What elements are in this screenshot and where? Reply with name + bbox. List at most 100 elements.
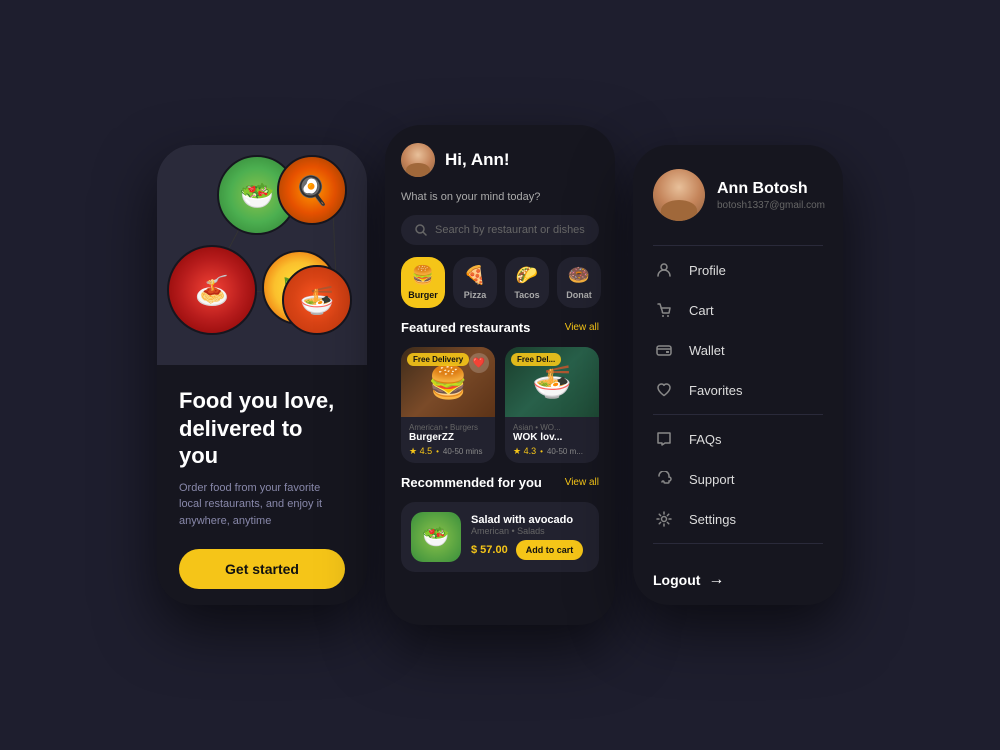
- category-pizza-label: Pizza: [464, 290, 487, 300]
- home-screen: Hi, Ann! What is on your mind today? Sea…: [385, 125, 615, 625]
- recommended-image-1: 🥗: [411, 512, 461, 562]
- menu-item-wallet[interactable]: Wallet: [653, 330, 823, 370]
- food-circle-2: 🍳: [277, 155, 347, 225]
- logout-arrow-icon: →: [708, 571, 724, 589]
- menu-item-favorites[interactable]: Favorites: [653, 370, 823, 410]
- restaurant-time-2: 40-50 m...: [547, 447, 583, 456]
- view-all-featured[interactable]: View all: [565, 322, 599, 333]
- restaurant-cuisine-1: American • Burgers: [409, 423, 487, 432]
- splash-content: Food you love, delivered to you Order fo…: [157, 365, 367, 605]
- home-greeting: Hi, Ann!: [445, 150, 510, 170]
- category-list: 🍔 Burger 🍕 Pizza 🌮 Tacos 🍩 Donat: [401, 257, 599, 308]
- dot-1: •: [436, 447, 439, 456]
- search-icon: [415, 224, 427, 236]
- support-menu-icon: [653, 471, 675, 487]
- restaurant-list: 🍔 Free Delivery ❤️ American • Burgers Bu…: [401, 347, 599, 463]
- category-pizza[interactable]: 🍕 Pizza: [453, 257, 497, 308]
- profile-info: Ann Botosh botosh1337@gmail.com: [717, 180, 825, 211]
- food-grid: 🥗 🍳 🍝 🌿 🍜: [157, 145, 367, 365]
- menu-item-profile[interactable]: Profile: [653, 250, 823, 290]
- category-donat-label: Donat: [566, 290, 592, 300]
- donat-icon: 🍩: [568, 265, 590, 286]
- divider-2: [653, 414, 823, 415]
- cart-menu-icon: [653, 302, 675, 318]
- menu-label-cart: Cart: [689, 303, 714, 318]
- recommended-card-1[interactable]: 🥗 Salad with avocado American • Salads $…: [401, 502, 599, 572]
- restaurant-name-1: BurgerZZ: [409, 432, 487, 443]
- category-burger[interactable]: 🍔 Burger: [401, 257, 445, 308]
- pizza-icon: 🍕: [464, 265, 486, 286]
- get-started-button[interactable]: Get started: [179, 549, 345, 589]
- phone-splash: 🥗 🍳 🍝 🌿 🍜 Food you love, delivered to yo…: [157, 145, 367, 605]
- recommended-cuisine-1: American • Salads: [471, 526, 589, 536]
- phone-profile: Ann Botosh botosh1337@gmail.com Profile: [633, 145, 843, 605]
- menu-label-profile: Profile: [689, 263, 726, 278]
- recommended-bottom-1: $ 57.00 Add to cart: [471, 540, 589, 560]
- favorite-icon-1[interactable]: ❤️: [469, 353, 489, 373]
- restaurant-time-1: 40-50 mins: [443, 447, 483, 456]
- tacos-icon: 🌮: [516, 265, 538, 286]
- category-burger-label: Burger: [408, 290, 438, 300]
- category-tacos[interactable]: 🌮 Tacos: [505, 257, 549, 308]
- favorites-menu-icon: [653, 382, 675, 398]
- featured-section-header: Featured restaurants View all: [401, 320, 599, 335]
- recommended-price-1: $ 57.00: [471, 544, 508, 556]
- view-all-recommended[interactable]: View all: [565, 477, 599, 488]
- restaurant-meta-2: ★ 4.3 • 40-50 m...: [513, 446, 591, 457]
- menu-label-wallet: Wallet: [689, 343, 725, 358]
- home-subheading: What is on your mind today?: [401, 191, 599, 203]
- category-donat[interactable]: 🍩 Donat: [557, 257, 601, 308]
- restaurant-image-2: 🍜 Free Del...: [505, 347, 599, 417]
- restaurant-meta-1: ★ 4.5 • 40-50 mins: [409, 446, 487, 457]
- restaurant-cuisine-2: Asian • WO...: [513, 423, 591, 432]
- menu-label-settings: Settings: [689, 512, 736, 527]
- splash-subtitle: Order food from your favorite local rest…: [179, 480, 345, 530]
- food-circle-5: 🍜: [282, 265, 352, 335]
- menu-item-settings[interactable]: Settings: [653, 499, 823, 539]
- search-placeholder-text: Search by restaurant or dishes: [435, 224, 585, 236]
- profile-name: Ann Botosh: [717, 180, 825, 198]
- dot-2: •: [540, 447, 543, 456]
- food-circle-3: 🍝: [167, 245, 257, 335]
- menu-item-cart[interactable]: Cart: [653, 290, 823, 330]
- restaurant-rating-2: ★ 4.3: [513, 446, 536, 457]
- profile-email: botosh1337@gmail.com: [717, 200, 825, 211]
- splash-screen: 🥗 🍳 🍝 🌿 🍜 Food you love, delivered to yo…: [157, 145, 367, 605]
- logout-label: Logout: [653, 572, 700, 588]
- restaurant-rating-1: ★ 4.5: [409, 446, 432, 457]
- restaurant-info-1: American • Burgers BurgerZZ ★ 4.5 • 40-5…: [401, 417, 495, 463]
- menu-label-favorites: Favorites: [689, 383, 742, 398]
- avatar-face: [401, 143, 435, 177]
- profile-avatar: [653, 169, 705, 221]
- recommended-title: Recommended for you: [401, 475, 542, 490]
- logout-row[interactable]: Logout →: [653, 559, 823, 589]
- menu-item-faqs[interactable]: FAQs: [653, 419, 823, 459]
- menu-label-faqs: FAQs: [689, 432, 722, 447]
- free-delivery-badge-1: Free Delivery: [407, 353, 469, 366]
- search-bar[interactable]: Search by restaurant or dishes: [401, 215, 599, 245]
- wallet-menu-icon: [653, 342, 675, 358]
- menu-item-support[interactable]: Support: [653, 459, 823, 499]
- splash-title: Food you love, delivered to you: [179, 387, 345, 470]
- settings-menu-icon: [653, 511, 675, 527]
- add-to-cart-button-1[interactable]: Add to cart: [516, 540, 584, 560]
- restaurant-image-1: 🍔 Free Delivery ❤️: [401, 347, 495, 417]
- restaurant-info-2: Asian • WO... WOK lov... ★ 4.3 • 40-50 m…: [505, 417, 599, 463]
- divider-3: [653, 543, 823, 544]
- recommended-section-header: Recommended for you View all: [401, 475, 599, 490]
- restaurant-card-2[interactable]: 🍜 Free Del... Asian • WO... WOK lov... ★…: [505, 347, 599, 463]
- featured-title: Featured restaurants: [401, 320, 530, 335]
- category-tacos-label: Tacos: [514, 290, 539, 300]
- faqs-menu-icon: [653, 431, 675, 447]
- restaurant-card-1[interactable]: 🍔 Free Delivery ❤️ American • Burgers Bu…: [401, 347, 495, 463]
- profile-user: Ann Botosh botosh1337@gmail.com: [653, 169, 823, 221]
- profile-screen: Ann Botosh botosh1337@gmail.com Profile: [633, 145, 843, 605]
- recommended-name-1: Salad with avocado: [471, 514, 589, 526]
- profile-avatar-face: [653, 169, 705, 221]
- user-avatar: [401, 143, 435, 177]
- phone-home: Hi, Ann! What is on your mind today? Sea…: [385, 125, 615, 625]
- menu-label-support: Support: [689, 472, 735, 487]
- recommended-details-1: Salad with avocado American • Salads $ 5…: [471, 514, 589, 560]
- profile-menu-icon: [653, 262, 675, 278]
- restaurant-name-2: WOK lov...: [513, 432, 591, 443]
